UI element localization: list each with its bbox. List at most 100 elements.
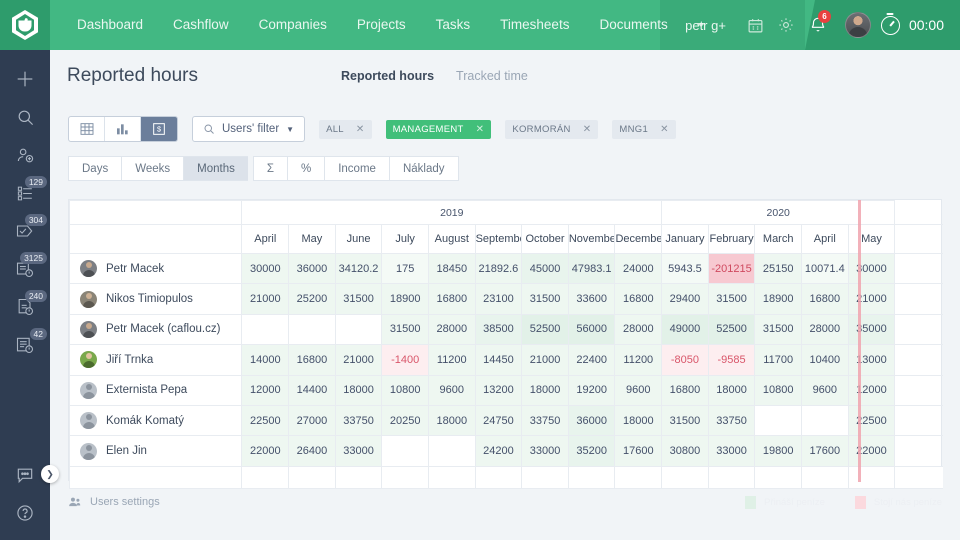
nav-item-dashboard[interactable]: Dashboard [62, 0, 158, 50]
user-account-menu[interactable]: petr g+ [677, 18, 741, 33]
metric-button-percent[interactable]: % [286, 156, 325, 181]
cell-value[interactable]: 31500 [754, 313, 802, 346]
cell-value[interactable]: 13200 [474, 374, 523, 406]
table-row[interactable]: Petr Macek 30000 36000 34120.2 175 18450 21892… [68, 252, 943, 285]
row-user-cell[interactable]: Nikos Timiopulos [68, 283, 243, 315]
cell-value[interactable]: 31500 [381, 313, 429, 346]
filter-tag-mng1[interactable]: MNG1 ✕ [612, 119, 676, 139]
cell-value[interactable]: 12000 [241, 374, 290, 406]
sidebar-item-add-user[interactable] [0, 136, 50, 174]
cell-value[interactable]: 10071.4 [801, 252, 849, 285]
cell-value[interactable]: 18450 [427, 252, 476, 285]
users-filter-dropdown[interactable]: Users' filter ▼ [192, 116, 306, 142]
cell-value[interactable]: 47983.1 [567, 252, 616, 285]
cell-value[interactable]: 33750 [334, 404, 383, 437]
month-header-may-2019[interactable]: May [288, 224, 336, 254]
cell-value[interactable]: 34120.2 [334, 252, 383, 285]
month-header-may-2020[interactable]: May [847, 224, 896, 254]
cell-value[interactable]: 30800 [661, 435, 709, 467]
month-header-march-2020[interactable]: March [754, 224, 802, 254]
table-row[interactable]: Nikos Timiopulos 21000 25200 31500 18900 1680… [68, 283, 943, 315]
cell-value[interactable]: 25150 [754, 252, 802, 285]
cell-value[interactable]: 28000 [614, 313, 663, 346]
cell-value[interactable]: 24000 [614, 252, 663, 285]
cell-value[interactable] [241, 313, 290, 346]
cell-value[interactable]: 36000 [288, 252, 336, 285]
nav-item-cashflow[interactable]: Cashflow [158, 0, 244, 50]
cell-value[interactable]: 22400 [567, 344, 616, 376]
cell-value[interactable]: 18900 [754, 283, 802, 315]
app-logo[interactable] [0, 0, 50, 50]
users-settings-link[interactable]: Users settings [68, 495, 160, 509]
cell-value[interactable]: 21000 [521, 344, 569, 376]
cell-value[interactable]: 22500 [241, 404, 290, 437]
cell-value[interactable]: 29400 [661, 283, 709, 315]
cell-value[interactable] [288, 313, 336, 346]
cell-value[interactable]: 31500 [661, 404, 709, 437]
calendar-icon[interactable] [741, 0, 771, 50]
cell-value[interactable]: 52500 [521, 313, 569, 346]
sidebar-expand-toggle[interactable]: ❯ [41, 465, 59, 483]
cell-value[interactable]: 18000 [521, 374, 569, 406]
cell-value[interactable]: 18000 [334, 374, 383, 406]
cell-value[interactable]: 35000 [847, 313, 896, 346]
month-header-october-2019[interactable]: October [521, 224, 569, 254]
cell-value[interactable]: -1400 [381, 344, 429, 376]
sidebar-item-tasks[interactable]: 304 [0, 212, 50, 250]
row-user-cell[interactable]: Petr Macek [68, 252, 243, 285]
sidebar-item-search[interactable] [0, 98, 50, 136]
month-header-january-2020[interactable]: January [661, 224, 709, 254]
cell-value[interactable]: 10800 [754, 374, 802, 406]
cell-value[interactable]: 52500 [707, 313, 756, 346]
cell-value[interactable]: 22000 [847, 435, 896, 467]
filter-tag-all[interactable]: ALL ✕ [319, 119, 372, 139]
cell-value[interactable]: 16800 [288, 344, 336, 376]
cell-value[interactable] [381, 435, 429, 467]
row-user-cell[interactable]: Jiří Trnka [68, 344, 243, 376]
sidebar-item-help[interactable] [0, 494, 50, 532]
cell-value[interactable]: 16800 [801, 283, 849, 315]
cell-value[interactable]: 33000 [521, 435, 569, 467]
close-icon[interactable]: ✕ [356, 124, 365, 135]
cell-value[interactable]: 26400 [288, 435, 336, 467]
tab-reported-hours[interactable]: Reported hours [341, 69, 434, 83]
cell-value[interactable]: 35200 [567, 435, 616, 467]
nav-item-documents[interactable]: Documents [584, 0, 682, 50]
cell-value[interactable]: 22500 [847, 404, 896, 437]
chart-view-button[interactable] [105, 117, 141, 141]
period-button-weeks[interactable]: Weeks [121, 156, 184, 181]
filter-tag-management[interactable]: MANAGEMENT ✕ [385, 119, 492, 139]
month-header-november-2019[interactable]: November [567, 224, 616, 254]
row-user-cell[interactable]: Externista Pepa [68, 374, 243, 406]
period-button-days[interactable]: Days [68, 156, 122, 181]
month-header-april-2019[interactable]: April [241, 224, 290, 254]
sidebar-item-reports[interactable]: 42 [0, 326, 50, 364]
timer-widget[interactable]: 00:00 [880, 15, 960, 35]
metric-button-naklady[interactable]: Náklady [388, 156, 459, 181]
cell-value[interactable]: 31500 [707, 283, 756, 315]
table-row[interactable]: Jiří Trnka 14000 16800 21000 -1400 11200 14450… [68, 344, 943, 376]
cell-value[interactable]: 18000 [427, 404, 476, 437]
cell-value[interactable]: 12000 [847, 374, 896, 406]
gear-icon[interactable] [771, 0, 801, 50]
cell-value[interactable]: 38500 [474, 313, 523, 346]
cell-value[interactable]: 33750 [521, 404, 569, 437]
cell-value[interactable]: 9600 [614, 374, 663, 406]
cell-value[interactable]: 31500 [334, 283, 383, 315]
cell-value[interactable]: 24750 [474, 404, 523, 437]
cell-value[interactable]: 28000 [801, 313, 849, 346]
nav-item-timesheets[interactable]: Timesheets [485, 0, 584, 50]
cell-value[interactable]: 23100 [474, 283, 523, 315]
cell-value[interactable]: 28000 [427, 313, 476, 346]
cell-value[interactable]: 45000 [521, 252, 569, 285]
cell-value[interactable] [427, 435, 476, 467]
cell-value[interactable]: 19800 [754, 435, 802, 467]
close-icon[interactable]: ✕ [583, 124, 592, 135]
cell-value[interactable]: 9600 [427, 374, 476, 406]
cell-value[interactable]: 27000 [288, 404, 336, 437]
cell-value[interactable] [754, 404, 802, 437]
cell-value[interactable]: 33000 [707, 435, 756, 467]
cell-value[interactable]: -9585 [707, 344, 756, 376]
avatar[interactable] [844, 12, 871, 38]
cell-value[interactable]: 20250 [381, 404, 429, 437]
